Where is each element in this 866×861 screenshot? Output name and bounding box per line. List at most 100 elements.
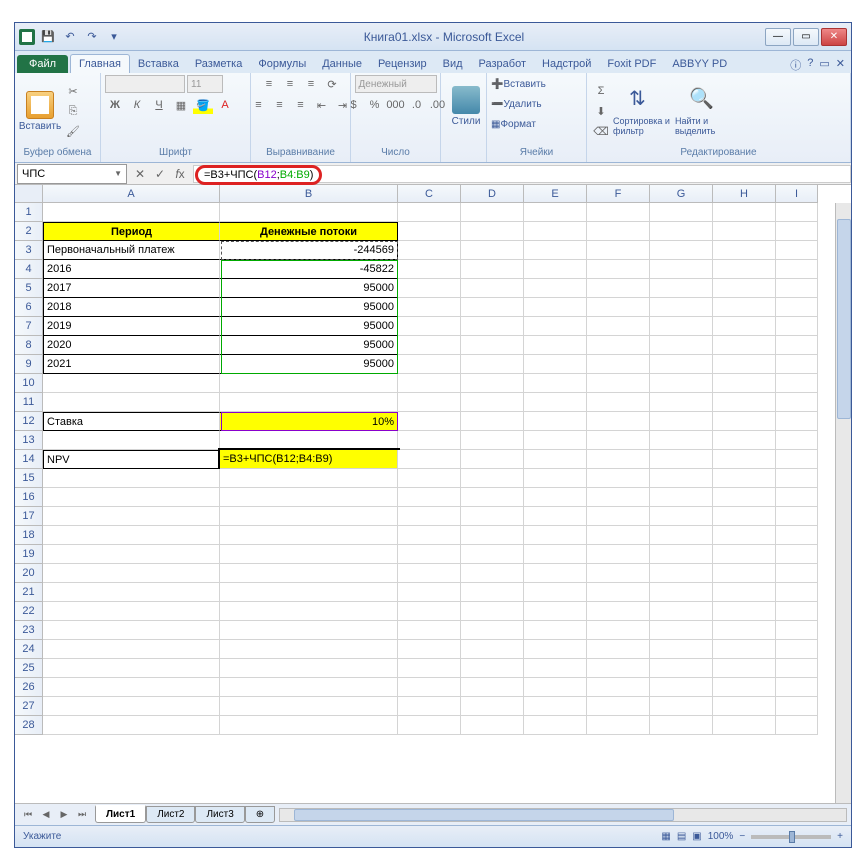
cell[interactable] bbox=[524, 355, 587, 374]
autosum-icon[interactable]: Σ bbox=[591, 82, 611, 100]
cell[interactable] bbox=[220, 621, 398, 640]
italic-icon[interactable]: К bbox=[127, 96, 147, 114]
sheet-tab-3[interactable]: Лист3 bbox=[195, 806, 244, 823]
cell[interactable] bbox=[43, 431, 220, 450]
help-icon[interactable]: ? bbox=[807, 57, 813, 73]
cell[interactable] bbox=[220, 393, 398, 412]
align-left-icon[interactable]: ≡ bbox=[249, 96, 269, 114]
cell[interactable] bbox=[524, 393, 587, 412]
cell[interactable] bbox=[776, 716, 818, 735]
cell[interactable] bbox=[461, 659, 524, 678]
minimize-button[interactable]: — bbox=[765, 28, 791, 46]
cell[interactable]: -45822 bbox=[220, 260, 398, 279]
cell[interactable] bbox=[220, 469, 398, 488]
inc-dec-icon[interactable]: .0 bbox=[407, 96, 427, 114]
cell[interactable] bbox=[587, 431, 650, 450]
cell[interactable] bbox=[524, 678, 587, 697]
cell[interactable] bbox=[713, 564, 776, 583]
hscroll-thumb[interactable] bbox=[294, 809, 674, 821]
cell[interactable] bbox=[713, 203, 776, 222]
sort-filter-button[interactable]: ⇅ Сортировка и фильтр bbox=[613, 80, 673, 142]
cell[interactable] bbox=[524, 659, 587, 678]
cell[interactable] bbox=[524, 203, 587, 222]
find-select-button[interactable]: 🔍 Найти и выделить bbox=[675, 80, 731, 142]
cell[interactable] bbox=[398, 545, 461, 564]
row-header-21[interactable]: 21 bbox=[15, 583, 43, 602]
number-format-combo[interactable]: Денежный bbox=[355, 75, 437, 93]
cell[interactable] bbox=[398, 203, 461, 222]
cell[interactable] bbox=[461, 298, 524, 317]
cell[interactable] bbox=[524, 545, 587, 564]
bold-icon[interactable]: Ж bbox=[105, 96, 125, 114]
row-header-11[interactable]: 11 bbox=[15, 393, 43, 412]
row-header-20[interactable]: 20 bbox=[15, 564, 43, 583]
delete-cells-button[interactable]: ➖ Удалить bbox=[491, 95, 542, 113]
cell[interactable]: Ставка bbox=[43, 412, 220, 431]
cell[interactable] bbox=[43, 545, 220, 564]
cell[interactable] bbox=[398, 659, 461, 678]
cell[interactable] bbox=[776, 393, 818, 412]
cell[interactable] bbox=[524, 697, 587, 716]
cell[interactable] bbox=[43, 488, 220, 507]
cell[interactable] bbox=[776, 355, 818, 374]
cell[interactable] bbox=[587, 583, 650, 602]
row-header-1[interactable]: 1 bbox=[15, 203, 43, 222]
cell[interactable] bbox=[713, 678, 776, 697]
cell[interactable] bbox=[524, 374, 587, 393]
col-header-c[interactable]: C bbox=[398, 185, 461, 203]
cell[interactable] bbox=[398, 469, 461, 488]
cell[interactable] bbox=[43, 602, 220, 621]
cell[interactable] bbox=[461, 241, 524, 260]
ribbon-tab-home[interactable]: Главная bbox=[70, 54, 130, 73]
cell[interactable] bbox=[650, 583, 713, 602]
row-header-10[interactable]: 10 bbox=[15, 374, 43, 393]
cell[interactable] bbox=[43, 507, 220, 526]
qat-dropdown-icon[interactable]: ▾ bbox=[105, 28, 123, 46]
select-all-button[interactable] bbox=[15, 185, 43, 203]
cell[interactable] bbox=[650, 545, 713, 564]
row-header-27[interactable]: 27 bbox=[15, 697, 43, 716]
cell[interactable] bbox=[43, 469, 220, 488]
cell[interactable] bbox=[524, 450, 587, 469]
cell[interactable]: -244569 bbox=[220, 241, 398, 260]
cell[interactable] bbox=[776, 659, 818, 678]
row-header-28[interactable]: 28 bbox=[15, 716, 43, 735]
row-header-24[interactable]: 24 bbox=[15, 640, 43, 659]
cell[interactable]: Денежные потоки bbox=[220, 222, 398, 241]
ribbon-tab-addins[interactable]: Надстрой bbox=[534, 55, 599, 73]
cell[interactable] bbox=[461, 393, 524, 412]
cell[interactable] bbox=[398, 355, 461, 374]
cell[interactable] bbox=[776, 583, 818, 602]
cell[interactable] bbox=[713, 507, 776, 526]
close-workbook-icon[interactable]: ✕ bbox=[836, 57, 845, 73]
cell[interactable] bbox=[776, 450, 818, 469]
restore-workbook-icon[interactable]: ▭ bbox=[819, 57, 829, 73]
cell[interactable] bbox=[776, 260, 818, 279]
cell[interactable] bbox=[650, 431, 713, 450]
vscroll-thumb[interactable] bbox=[837, 219, 851, 419]
cell[interactable] bbox=[220, 203, 398, 222]
cell[interactable] bbox=[524, 336, 587, 355]
cell[interactable] bbox=[398, 621, 461, 640]
cell[interactable] bbox=[587, 203, 650, 222]
cell[interactable] bbox=[398, 697, 461, 716]
cell[interactable] bbox=[43, 716, 220, 735]
cell[interactable] bbox=[524, 488, 587, 507]
cell[interactable]: Первоначальный платеж bbox=[43, 241, 220, 260]
cell[interactable] bbox=[650, 336, 713, 355]
cell[interactable] bbox=[587, 355, 650, 374]
cell[interactable] bbox=[587, 659, 650, 678]
cell[interactable] bbox=[587, 412, 650, 431]
cell[interactable] bbox=[776, 317, 818, 336]
col-header-f[interactable]: F bbox=[587, 185, 650, 203]
row-header-26[interactable]: 26 bbox=[15, 678, 43, 697]
cell[interactable] bbox=[461, 336, 524, 355]
cell[interactable] bbox=[43, 374, 220, 393]
clear-icon[interactable]: ⌫ bbox=[591, 122, 611, 140]
cell[interactable] bbox=[776, 412, 818, 431]
close-button[interactable]: ✕ bbox=[821, 28, 847, 46]
cell[interactable] bbox=[713, 526, 776, 545]
underline-icon[interactable]: Ч bbox=[149, 96, 169, 114]
cell[interactable] bbox=[524, 412, 587, 431]
cell[interactable] bbox=[587, 317, 650, 336]
